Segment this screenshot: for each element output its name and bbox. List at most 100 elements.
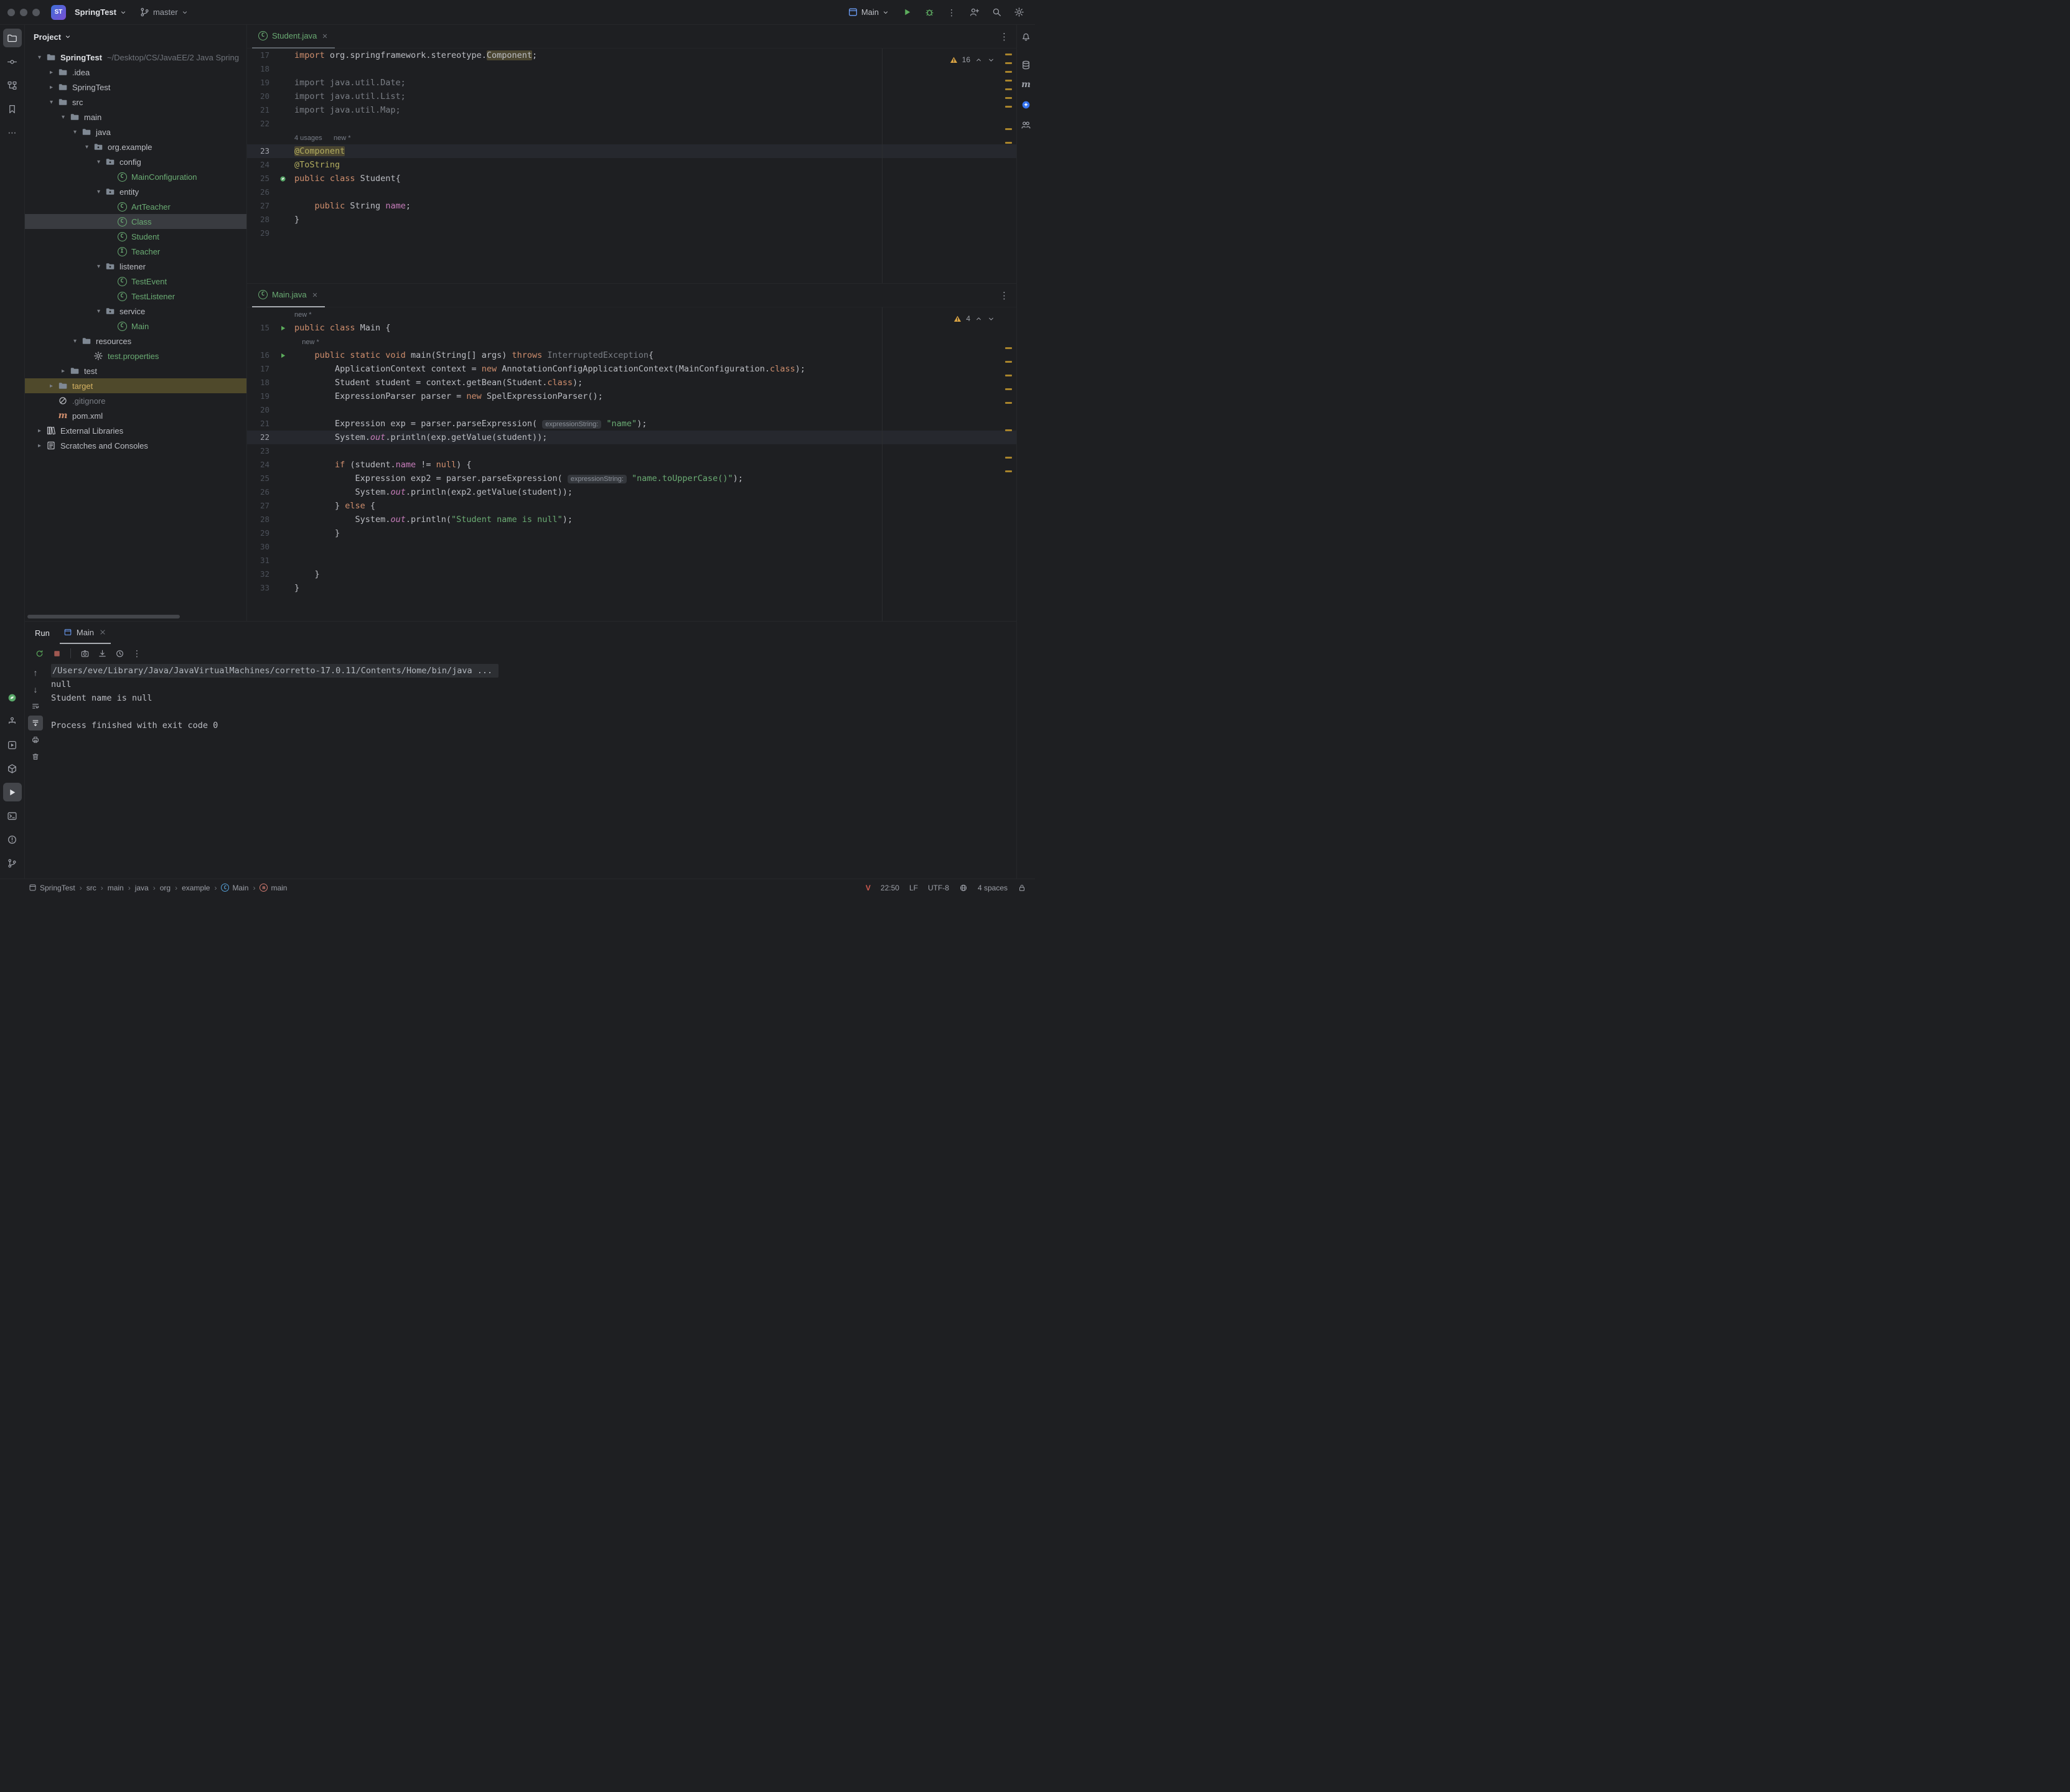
up-button[interactable]: ↑ [28, 665, 43, 680]
line-number[interactable]: 28 [247, 213, 276, 226]
close-tab-icon[interactable] [311, 291, 319, 299]
code-line[interactable]: 26 [247, 185, 1016, 199]
line-number[interactable]: 17 [247, 362, 276, 376]
line-number[interactable]: 28 [247, 513, 276, 526]
prev-problem-icon[interactable] [975, 315, 983, 323]
chevron-expanded-icon[interactable]: ▾ [93, 189, 105, 195]
code-line[interactable]: 22 [247, 117, 1016, 131]
error-stripe[interactable] [1004, 49, 1016, 283]
inlay-hint-line[interactable]: new * [247, 307, 1016, 321]
run-tab-main[interactable]: Main [59, 622, 111, 644]
globe-icon[interactable] [959, 884, 968, 892]
line-number[interactable]: 24 [247, 158, 276, 172]
more-actions-button[interactable]: ⋮ [943, 4, 960, 21]
breadcrumb-item-main[interactable]: m main [260, 884, 287, 892]
tree-item-teacher[interactable]: I Teacher [25, 244, 246, 259]
version-control-icon[interactable] [3, 854, 22, 872]
chevron-expanded-icon[interactable]: ▾ [45, 99, 57, 106]
chevron-expanded-icon[interactable]: ▾ [69, 338, 81, 345]
line-number[interactable]: 26 [247, 485, 276, 499]
code-line[interactable]: 28} [247, 213, 1016, 226]
line-number[interactable]: 25 [247, 172, 276, 185]
terminal-icon[interactable] [3, 806, 22, 825]
code-with-me-icon[interactable] [1019, 117, 1034, 132]
line-number[interactable] [247, 335, 276, 348]
chevron-expanded-icon[interactable]: ▾ [93, 308, 105, 315]
line-number[interactable]: 24 [247, 458, 276, 472]
line-number[interactable]: 17 [247, 49, 276, 62]
tree-item-java[interactable]: ▾ java [25, 124, 246, 139]
code-line[interactable]: 27 } else { [247, 499, 1016, 513]
tree-item-class[interactable]: C Class [25, 214, 246, 229]
tree-item-listener[interactable]: ▾ listener [25, 259, 246, 274]
code-line[interactable]: 29 [247, 226, 1016, 240]
minimize-window-button[interactable] [20, 8, 27, 16]
tree-item-artteacher[interactable]: C ArtTeacher [25, 199, 246, 214]
down-button[interactable]: ↓ [28, 682, 43, 697]
code-line[interactable]: 25 public class Student{ [247, 172, 1016, 185]
tree-item-testlistener[interactable]: C TestListener [25, 289, 246, 304]
soft-wrap-button[interactable] [28, 699, 43, 714]
tree-item-src[interactable]: ▾ src [25, 95, 246, 110]
line-number[interactable]: 18 [247, 62, 276, 76]
close-tab-icon[interactable] [98, 628, 107, 637]
tree-item-service[interactable]: ▾ service [25, 304, 246, 319]
breadcrumb-item-main[interactable]: C Main [221, 884, 248, 892]
chevron-expanded-icon[interactable]: ▾ [57, 114, 69, 121]
tree-item-test[interactable]: ▸ test [25, 363, 246, 378]
code-line[interactable]: 20 import java.util.List; [247, 90, 1016, 103]
clear-button[interactable] [28, 749, 43, 764]
close-tab-icon[interactable] [321, 32, 329, 40]
tree-item-resources[interactable]: ▾ resources [25, 334, 246, 348]
code-line[interactable]: 21 import java.util.Map; [247, 103, 1016, 117]
code-line[interactable]: 25 Expression exp2 = parser.parseExpress… [247, 472, 1016, 485]
code-line[interactable]: 16 public static void main(String[] args… [247, 348, 1016, 362]
code-with-me-button[interactable] [965, 4, 983, 21]
line-number[interactable]: 27 [247, 499, 276, 513]
more-horizontal-icon[interactable]: ⋯ [3, 123, 22, 142]
scroll-to-end-button[interactable] [28, 716, 43, 730]
search-everywhere-button[interactable] [988, 4, 1005, 21]
next-problem-icon[interactable] [987, 315, 995, 323]
commit-icon[interactable] [3, 52, 22, 71]
line-number[interactable]: 20 [247, 403, 276, 417]
tree-item-target[interactable]: ▸ target [25, 378, 246, 393]
tree-item-student[interactable]: C Student [25, 229, 246, 244]
line-number[interactable]: 16 [247, 348, 276, 362]
bean-gutter-icon[interactable] [276, 172, 289, 185]
notifications-icon[interactable] [1019, 29, 1034, 44]
chevron-collapsed-icon[interactable]: ▸ [45, 383, 57, 390]
settings-button[interactable] [1010, 4, 1028, 21]
chevron-collapsed-icon[interactable]: ▸ [34, 427, 45, 434]
line-number[interactable]: 22 [247, 431, 276, 444]
breadcrumb-item-main[interactable]: main [108, 884, 124, 892]
tree-item-entity[interactable]: ▾ entity [25, 184, 246, 199]
code-line[interactable]: 19 ExpressionParser parser = new SpelExp… [247, 390, 1016, 403]
tree-item-main[interactable]: ▾ main [25, 110, 246, 124]
maven-icon[interactable]: m [1019, 77, 1034, 92]
import-button[interactable] [94, 646, 110, 661]
encoding-widget[interactable]: UTF-8 [928, 884, 949, 892]
line-separator-widget[interactable]: LF [909, 884, 918, 892]
line-number[interactable] [247, 131, 276, 144]
line-number[interactable]: 19 [247, 76, 276, 90]
lock-icon[interactable] [1018, 884, 1026, 892]
inlay-hint-line[interactable]: new * [247, 335, 1016, 348]
run-icon[interactable] [2, 783, 22, 801]
line-number[interactable]: 22 [247, 117, 276, 131]
code-line[interactable]: 30 [247, 540, 1016, 554]
code-area[interactable]: new * 15 public class Main { new * 16 publi… [247, 307, 1016, 621]
spring-icon[interactable] [3, 688, 22, 707]
breadcrumb-item-org[interactable]: org [160, 884, 171, 892]
code-line[interactable]: 23 [247, 444, 1016, 458]
chevron-collapsed-icon[interactable]: ▸ [57, 368, 69, 375]
tree-item-test-properties[interactable]: test.properties [25, 348, 246, 363]
zoom-window-button[interactable] [32, 8, 40, 16]
rerun-button[interactable] [31, 646, 47, 661]
code-line[interactable]: 31 [247, 554, 1016, 567]
line-number[interactable]: 27 [247, 199, 276, 213]
inspections-widget[interactable]: 16 [950, 53, 995, 67]
editor-options-icon[interactable]: ⋮ [1000, 31, 1009, 42]
line-number[interactable]: 30 [247, 540, 276, 554]
code-line[interactable]: 15 public class Main { [247, 321, 1016, 335]
